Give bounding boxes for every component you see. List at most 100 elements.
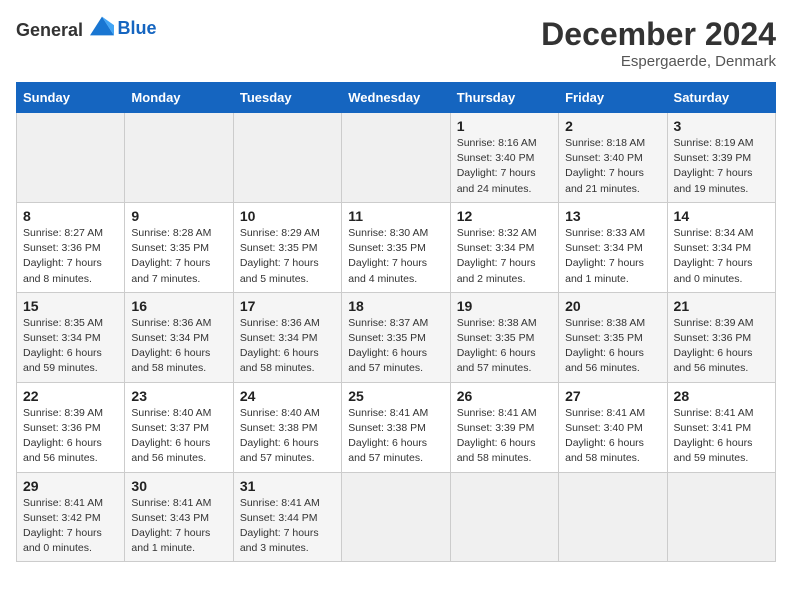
calendar-cell: 21Sunrise: 8:39 AMSunset: 3:36 PMDayligh…: [667, 292, 775, 382]
day-info: Sunrise: 8:41 AMSunset: 3:44 PMDaylight:…: [240, 497, 320, 555]
calendar-cell: 11 Sunrise: 8:30 AMSunset: 3:35 PMDayligh…: [342, 202, 450, 292]
day-number: 30: [131, 478, 226, 494]
day-info: Sunrise: 8:16 AMSunset: 3:40 PMDaylight:…: [457, 137, 537, 195]
day-info: Sunrise: 8:32 AMSunset: 3:34 PMDaylight:…: [457, 227, 537, 285]
calendar-cell: 2 Sunrise: 8:18 AMSunset: 3:40 PMDaylight…: [559, 113, 667, 203]
calendar-cell: [667, 472, 775, 562]
calendar-cell: [125, 113, 233, 203]
logo: General Blue: [16, 16, 157, 41]
day-info: Sunrise: 8:41 AMSunset: 3:39 PMDaylight:…: [457, 407, 537, 465]
calendar-table: SundayMondayTuesdayWednesdayThursdayFrid…: [16, 82, 776, 562]
calendar-cell: [342, 113, 450, 203]
day-number: 12: [457, 208, 552, 224]
calendar-cell: 14Sunrise: 8:34 AMSunset: 3:34 PMDayligh…: [667, 202, 775, 292]
day-number: 27: [565, 388, 660, 404]
day-number: 23: [131, 388, 226, 404]
day-info: Sunrise: 8:41 AMSunset: 3:43 PMDaylight:…: [131, 497, 211, 555]
day-info: Sunrise: 8:18 AMSunset: 3:40 PMDaylight:…: [565, 137, 645, 195]
day-number: 26: [457, 388, 552, 404]
week-row-4: 22 Sunrise: 8:39 AMSunset: 3:36 PMDayligh…: [17, 382, 776, 472]
week-row-3: 15 Sunrise: 8:35 AMSunset: 3:34 PMDayligh…: [17, 292, 776, 382]
calendar-cell: 8Sunrise: 8:27 AMSunset: 3:36 PMDaylight…: [17, 202, 125, 292]
week-row-5: 29Sunrise: 8:41 AMSunset: 3:42 PMDayligh…: [17, 472, 776, 562]
calendar-cell: 23 Sunrise: 8:40 AMSunset: 3:37 PMDayligh…: [125, 382, 233, 472]
calendar-cell: 3 Sunrise: 8:19 AMSunset: 3:39 PMDaylight…: [667, 113, 775, 203]
day-info: Sunrise: 8:28 AMSunset: 3:35 PMDaylight:…: [131, 227, 211, 285]
day-info: Sunrise: 8:40 AMSunset: 3:37 PMDaylight:…: [131, 407, 211, 465]
col-header-wednesday: Wednesday: [342, 83, 450, 113]
calendar-cell: 28 Sunrise: 8:41 AMSunset: 3:41 PMDayligh…: [667, 382, 775, 472]
day-number: 11: [348, 208, 443, 224]
calendar-cell: 26 Sunrise: 8:41 AMSunset: 3:39 PMDayligh…: [450, 382, 558, 472]
day-info: Sunrise: 8:35 AMSunset: 3:34 PMDaylight:…: [23, 317, 103, 375]
calendar-cell: [450, 472, 558, 562]
day-info: Sunrise: 8:29 AMSunset: 3:35 PMDaylight:…: [240, 227, 320, 285]
day-info: Sunrise: 8:34 AMSunset: 3:34 PMDaylight:…: [674, 227, 754, 285]
calendar-cell: 15 Sunrise: 8:35 AMSunset: 3:34 PMDayligh…: [17, 292, 125, 382]
day-info: Sunrise: 8:38 AMSunset: 3:35 PMDaylight:…: [457, 317, 537, 375]
day-info: Sunrise: 8:38 AMSunset: 3:35 PMDaylight:…: [565, 317, 645, 375]
calendar-cell: [233, 113, 341, 203]
calendar-cell: 18Sunrise: 8:37 AMSunset: 3:35 PMDayligh…: [342, 292, 450, 382]
day-number: 8: [23, 208, 118, 224]
calendar-cell: 13 Sunrise: 8:33 AMSunset: 3:34 PMDayligh…: [559, 202, 667, 292]
day-number: 28: [674, 388, 769, 404]
day-info: Sunrise: 8:41 AMSunset: 3:40 PMDaylight:…: [565, 407, 645, 465]
week-row-1: 1 Sunrise: 8:16 AMSunset: 3:40 PMDaylight…: [17, 113, 776, 203]
day-info: Sunrise: 8:37 AMSunset: 3:35 PMDaylight:…: [348, 317, 428, 375]
col-header-tuesday: Tuesday: [233, 83, 341, 113]
day-number: 19: [457, 298, 552, 314]
calendar-cell: [17, 113, 125, 203]
day-number: 13: [565, 208, 660, 224]
calendar-cell: 29Sunrise: 8:41 AMSunset: 3:42 PMDayligh…: [17, 472, 125, 562]
day-number: 16: [131, 298, 226, 314]
day-info: Sunrise: 8:33 AMSunset: 3:34 PMDaylight:…: [565, 227, 645, 285]
day-info: Sunrise: 8:39 AMSunset: 3:36 PMDaylight:…: [23, 407, 103, 465]
day-number: 3: [674, 118, 769, 134]
calendar-cell: 19 Sunrise: 8:38 AMSunset: 3:35 PMDayligh…: [450, 292, 558, 382]
calendar-cell: 27 Sunrise: 8:41 AMSunset: 3:40 PMDayligh…: [559, 382, 667, 472]
week-row-2: 8Sunrise: 8:27 AMSunset: 3:36 PMDaylight…: [17, 202, 776, 292]
day-number: 22: [23, 388, 118, 404]
calendar-cell: 17 Sunrise: 8:36 AMSunset: 3:34 PMDayligh…: [233, 292, 341, 382]
title-area: December 2024 Espergaerde, Denmark: [541, 16, 776, 70]
day-number: 17: [240, 298, 335, 314]
day-number: 21: [674, 298, 769, 314]
calendar-cell: 30 Sunrise: 8:41 AMSunset: 3:43 PMDayligh…: [125, 472, 233, 562]
day-info: Sunrise: 8:36 AMSunset: 3:34 PMDaylight:…: [131, 317, 211, 375]
logo-icon: [90, 16, 114, 36]
calendar-cell: 22 Sunrise: 8:39 AMSunset: 3:36 PMDayligh…: [17, 382, 125, 472]
day-info: Sunrise: 8:41 AMSunset: 3:38 PMDaylight:…: [348, 407, 428, 465]
calendar-cell: 10 Sunrise: 8:29 AMSunset: 3:35 PMDayligh…: [233, 202, 341, 292]
day-info: Sunrise: 8:30 AMSunset: 3:35 PMDaylight:…: [348, 227, 428, 285]
day-number: 24: [240, 388, 335, 404]
day-number: 15: [23, 298, 118, 314]
column-headers: SundayMondayTuesdayWednesdayThursdayFrid…: [17, 83, 776, 113]
calendar-cell: 31Sunrise: 8:41 AMSunset: 3:44 PMDayligh…: [233, 472, 341, 562]
header: General Blue December 2024 Espergaerde, …: [16, 16, 776, 70]
col-header-friday: Friday: [559, 83, 667, 113]
col-header-monday: Monday: [125, 83, 233, 113]
subtitle: Espergaerde, Denmark: [541, 53, 776, 70]
calendar-cell: 16 Sunrise: 8:36 AMSunset: 3:34 PMDayligh…: [125, 292, 233, 382]
logo-general: General: [16, 20, 83, 40]
day-info: Sunrise: 8:40 AMSunset: 3:38 PMDaylight:…: [240, 407, 320, 465]
day-number: 10: [240, 208, 335, 224]
calendar-cell: 1 Sunrise: 8:16 AMSunset: 3:40 PMDaylight…: [450, 113, 558, 203]
day-info: Sunrise: 8:36 AMSunset: 3:34 PMDaylight:…: [240, 317, 320, 375]
day-info: Sunrise: 8:19 AMSunset: 3:39 PMDaylight:…: [674, 137, 754, 195]
logo-blue: Blue: [118, 18, 157, 38]
day-number: 1: [457, 118, 552, 134]
main-title: December 2024: [541, 16, 776, 53]
day-info: Sunrise: 8:41 AMSunset: 3:41 PMDaylight:…: [674, 407, 754, 465]
calendar-cell: 20Sunrise: 8:38 AMSunset: 3:35 PMDayligh…: [559, 292, 667, 382]
col-header-thursday: Thursday: [450, 83, 558, 113]
calendar-cell: [559, 472, 667, 562]
calendar-cell: 9Sunrise: 8:28 AMSunset: 3:35 PMDaylight…: [125, 202, 233, 292]
calendar-cell: 12 Sunrise: 8:32 AMSunset: 3:34 PMDayligh…: [450, 202, 558, 292]
col-header-sunday: Sunday: [17, 83, 125, 113]
calendar-cell: [342, 472, 450, 562]
day-number: 25: [348, 388, 443, 404]
day-number: 2: [565, 118, 660, 134]
calendar-cell: 24 Sunrise: 8:40 AMSunset: 3:38 PMDayligh…: [233, 382, 341, 472]
